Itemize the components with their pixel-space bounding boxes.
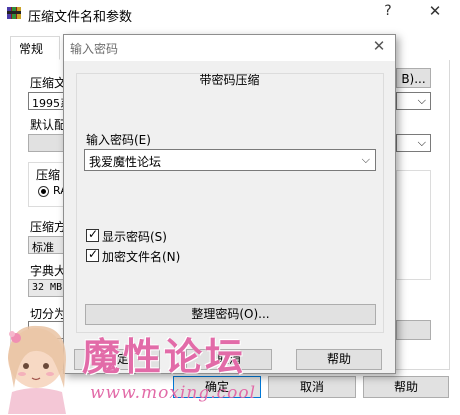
password-input[interactable]: 我爱魔性论坛 ⌵: [84, 149, 376, 171]
show-password-label: 显示密码(S): [102, 230, 167, 244]
method-label: 压缩方: [30, 220, 67, 234]
archive-name-label: 压缩文: [30, 76, 67, 90]
encrypt-filenames-checkbox[interactable]: ✓ 加密文件名(N): [86, 247, 206, 264]
browse-button[interactable]: B)...: [396, 68, 431, 88]
show-password-checkbox[interactable]: ✓ 显示密码(S): [86, 227, 206, 244]
profiles-button[interactable]: [28, 134, 68, 152]
cancel-button[interactable]: 取消: [268, 376, 356, 398]
group-title: 带密码压缩: [199, 73, 260, 87]
help-button[interactable]: 帮助: [363, 376, 449, 398]
update-mode-select[interactable]: ⌵: [396, 92, 431, 110]
dialog-ok-button[interactable]: 确定: [74, 349, 160, 370]
winrar-icon: [7, 7, 21, 19]
check-icon: ✓: [88, 227, 99, 241]
checkbox[interactable]: ✓: [86, 227, 99, 242]
encrypt-filenames-label: 加密文件名(N): [102, 250, 181, 264]
help-icon[interactable]: ?: [380, 3, 396, 23]
format-label: 压缩: [36, 168, 61, 182]
checkbox[interactable]: ✓: [86, 247, 99, 262]
window-title: 压缩文件名和参数: [28, 10, 133, 25]
organize-passwords-button[interactable]: 整理密码(O)...: [85, 304, 376, 325]
title-bar: 压缩文件名和参数 ? ✕: [0, 0, 460, 28]
default-profile-label: 默认配: [30, 118, 67, 132]
chevron-down-icon: ⌵: [417, 136, 426, 149]
dictionary-select[interactable]: 32 MB: [28, 279, 68, 297]
archive-name-field[interactable]: 1995系: [28, 92, 68, 110]
dictionary-label: 字典大: [30, 264, 67, 278]
chevron-down-icon[interactable]: ⌵: [362, 153, 370, 167]
close-icon[interactable]: ✕: [428, 2, 442, 22]
password-dialog: 输入密码 ✕ 带密码压缩 输入密码(E) 我爱魔性论坛 ⌵ ✓ 显示密码(S) …: [63, 34, 396, 374]
check-icon: ✓: [88, 247, 99, 261]
set-password-button[interactable]: [396, 320, 431, 340]
dialog-title: 输入密码: [70, 42, 119, 56]
password-label: 输入密码(E): [86, 133, 151, 147]
chevron-down-icon: ⌵: [417, 94, 426, 107]
radio-rar[interactable]: [38, 186, 49, 197]
close-icon[interactable]: ✕: [371, 37, 387, 57]
dialog-help-button[interactable]: 帮助: [296, 349, 382, 370]
split-label: 切分为: [30, 307, 67, 321]
dialog-title-bar: 输入密码 ✕: [64, 35, 395, 61]
dialog-cancel-button[interactable]: 取消: [186, 349, 272, 370]
tab-general[interactable]: 常规: [10, 36, 60, 60]
options-group: [396, 170, 431, 280]
password-groupbox: [76, 73, 384, 333]
profile-select[interactable]: ⌵: [396, 134, 431, 152]
password-value: 我爱魔性论坛: [89, 155, 162, 169]
method-select[interactable]: 标准: [28, 236, 68, 254]
ok-button[interactable]: 确定: [173, 376, 261, 398]
split-field[interactable]: [28, 321, 68, 339]
